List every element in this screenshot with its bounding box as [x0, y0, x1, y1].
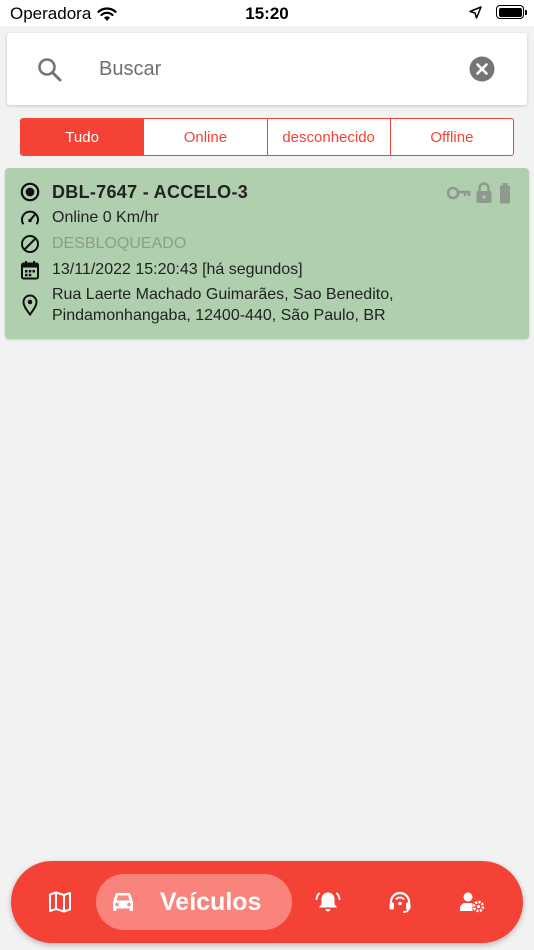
map-icon — [49, 891, 71, 913]
nav-support[interactable] — [379, 861, 421, 943]
speedometer-icon — [19, 207, 41, 229]
status-indicators — [469, 5, 527, 19]
vehicle-card[interactable]: DBL-7647 - ACCELO-3 Online 0 Km/hr DESBL… — [5, 168, 529, 339]
search-icon[interactable] — [37, 57, 63, 83]
nav-vehicles[interactable]: Veículos — [96, 874, 292, 930]
vehicle-status-icons — [447, 182, 513, 204]
nav-alerts[interactable] — [307, 861, 349, 943]
status-bar: Operadora 15:20 — [0, 0, 534, 26]
datetime-row: 13/11/2022 15:20:43 [há segundos] — [19, 259, 303, 281]
bottom-navigation: Veículos — [11, 861, 523, 943]
support-icon — [389, 891, 411, 913]
ignition-key-icon — [447, 186, 471, 200]
lock-icon — [476, 182, 492, 203]
lock-status-row: DESBLOQUEADO — [19, 233, 186, 255]
battery-icon — [496, 5, 527, 19]
nav-account[interactable] — [451, 861, 493, 943]
nav-map[interactable] — [39, 861, 81, 943]
vehicle-name: DBL-7647 - ACCELO-3 — [52, 181, 249, 202]
last-update: 13/11/2022 15:20:43 [há segundos] — [52, 261, 303, 278]
address-pin-row — [19, 294, 52, 316]
search-input[interactable] — [99, 53, 439, 85]
filter-all[interactable]: Tudo — [21, 119, 144, 155]
online-status-icon — [19, 181, 41, 203]
calendar-icon — [19, 259, 41, 281]
filter-unknown[interactable]: desconhecido — [266, 119, 390, 155]
speed-row: Online 0 Km/hr — [19, 207, 159, 229]
vehicle-speed: Online 0 Km/hr — [52, 209, 159, 226]
lock-status: DESBLOQUEADO — [52, 235, 187, 252]
car-icon — [113, 892, 133, 911]
vehicle-name-row: DBL-7647 - ACCELO-3 — [19, 181, 248, 203]
vehicle-address: Rua Laerte Machado Guimarães, Sao Benedi… — [52, 286, 394, 324]
search-bar — [7, 33, 527, 105]
block-icon — [19, 233, 41, 255]
location-pin-icon — [19, 294, 41, 316]
bell-icon — [315, 892, 341, 912]
battery-status-icon — [500, 183, 510, 204]
filter-offline[interactable]: Offline — [389, 119, 513, 155]
status-filter: Tudo Online desconhecido Offline — [20, 118, 514, 156]
clock: 15:20 — [245, 4, 289, 23]
location-arrow-icon — [469, 5, 482, 19]
nav-vehicles-label: Veículos — [160, 887, 262, 916]
filter-online[interactable]: Online — [143, 119, 266, 155]
clear-search-icon[interactable] — [469, 56, 495, 82]
user-settings-icon — [460, 892, 485, 913]
